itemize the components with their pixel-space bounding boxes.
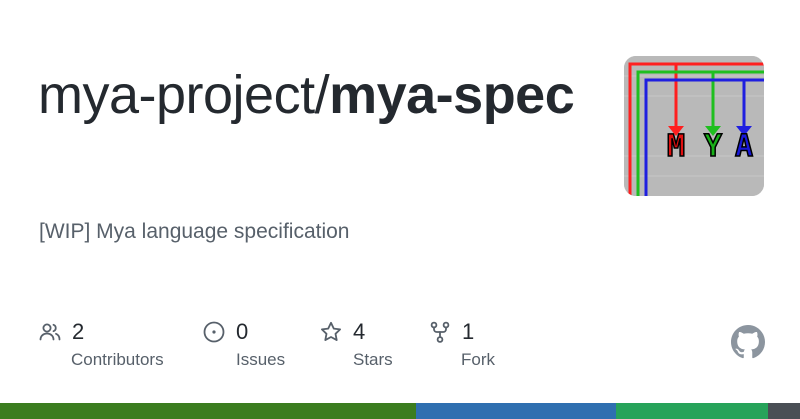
owner-avatar: M Y A — [624, 56, 764, 196]
stat-issues[interactable]: 0 Issues — [202, 318, 285, 371]
language-segment-1 — [0, 403, 416, 419]
stars-label: Stars — [353, 350, 393, 369]
mya-logo-icon: M Y A — [624, 56, 764, 196]
language-segment-2 — [416, 403, 616, 419]
issues-label: Issues — [236, 350, 286, 369]
issue-icon — [202, 320, 226, 344]
stat-forks[interactable]: 1 Fork — [428, 318, 495, 371]
repo-owner: mya-project/ — [38, 65, 330, 125]
contributors-count: 2 — [72, 319, 85, 344]
language-bar — [0, 403, 800, 419]
people-icon — [38, 320, 62, 344]
contributors-label: Contributors — [71, 350, 164, 369]
forks-count: 1 — [462, 319, 475, 344]
language-segment-4 — [768, 403, 800, 419]
repo-title[interactable]: mya-project/mya-spec — [38, 62, 598, 128]
repo-name: mya-spec — [329, 65, 575, 125]
forks-label: Fork — [461, 350, 495, 369]
issues-count: 0 — [236, 319, 249, 344]
avatar-letter-a: A — [735, 129, 753, 164]
github-logo-icon[interactable] — [731, 325, 765, 359]
language-segment-3 — [616, 403, 768, 419]
star-icon — [319, 320, 343, 344]
avatar-letter-y: Y — [704, 129, 722, 164]
fork-icon — [428, 320, 452, 344]
avatar-letter-m: M — [667, 129, 685, 164]
repo-description: [WIP] Mya language specification — [39, 220, 350, 243]
stat-stars[interactable]: 4 Stars — [319, 318, 393, 371]
stars-count: 4 — [353, 319, 366, 344]
stat-contributors[interactable]: 2 Contributors — [38, 318, 164, 371]
